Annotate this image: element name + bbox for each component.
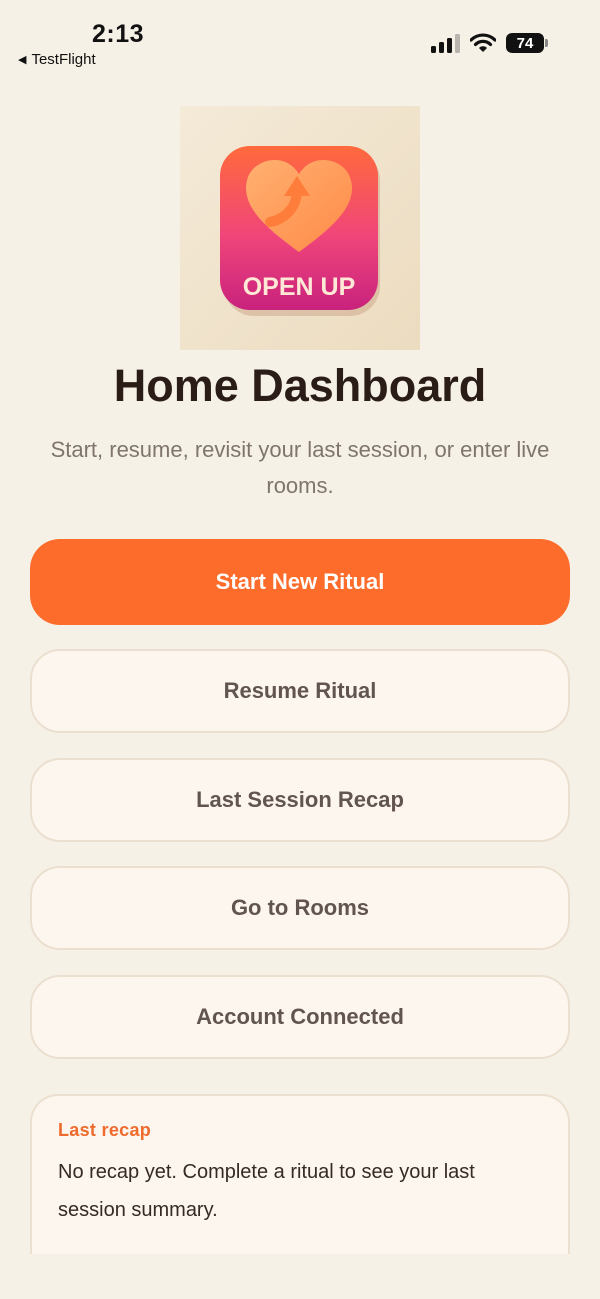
last-recap-text: No recap yet. Complete a ritual to see y… — [58, 1161, 475, 1221]
open-up-logo-icon: OPEN UP — [180, 106, 420, 350]
account-connected-button[interactable]: Account Connected — [30, 975, 570, 1059]
status-time: 2:13 — [92, 20, 145, 48]
logo-text: OPEN UP — [243, 273, 356, 301]
status-icons: 74 — [431, 33, 548, 53]
start-new-ritual-button[interactable]: Start New Ritual — [30, 539, 570, 625]
last-session-recap-button[interactable]: Last Session Recap — [30, 758, 570, 842]
last-recap-card: Last recap No recap yet. Complete a ritu… — [30, 1094, 570, 1254]
go-to-rooms-button[interactable]: Go to Rooms — [30, 866, 570, 950]
wifi-icon — [470, 33, 496, 52]
cellular-signal-icon — [431, 33, 460, 53]
page-subtitle: Start, resume, revisit your last session… — [50, 437, 550, 498]
back-arrow-icon: ◀ — [18, 54, 27, 66]
back-link-label: TestFlight — [31, 51, 96, 68]
battery-icon: 74 — [506, 33, 548, 53]
app-logo: OPEN UP — [180, 106, 420, 350]
battery-level: 74 — [516, 34, 534, 52]
page-title: Home Dashboard — [113, 360, 487, 411]
last-recap-title: Last recap — [58, 1120, 152, 1140]
resume-ritual-button[interactable]: Resume Ritual — [30, 649, 570, 733]
status-bar: 2:13 ◀ TestFlight 74 — [0, 0, 600, 80]
back-to-testflight-link[interactable]: ◀ TestFlight — [18, 51, 96, 68]
